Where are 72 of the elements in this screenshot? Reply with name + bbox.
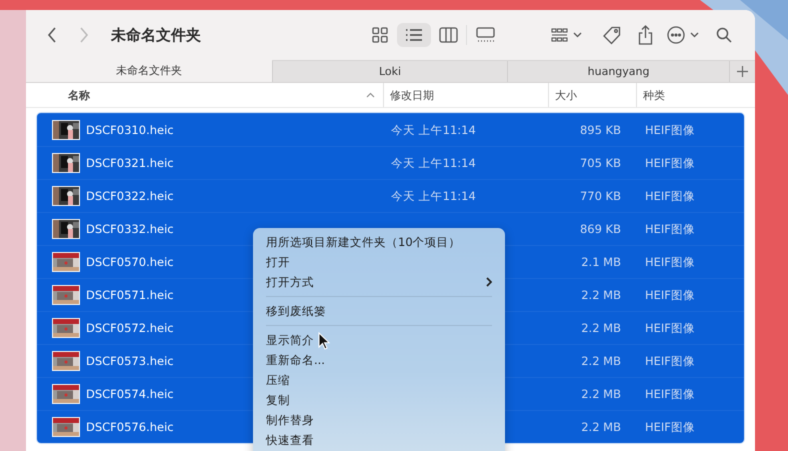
plus-icon: [737, 66, 748, 77]
menu-item[interactable]: 制作替身: [259, 410, 499, 430]
column-header[interactable]: 种类: [643, 88, 665, 102]
file-kind: HEIF图像: [644, 420, 696, 434]
file-size: 770 KB: [578, 189, 622, 203]
gallery-icon: [476, 27, 494, 43]
chevron-right-icon: [486, 277, 492, 287]
menu-item[interactable]: 显示简介: [259, 330, 499, 350]
column-header[interactable]: 名称: [68, 88, 90, 102]
file-size: 2.2 MB: [580, 321, 622, 335]
group-icon: [550, 28, 568, 42]
file-name: DSCF0310.heic: [86, 123, 174, 137]
chevron-down-icon: [572, 32, 582, 38]
menu-item[interactable]: 打开方式: [259, 272, 499, 292]
file-kind: HEIF图像: [644, 222, 696, 236]
file-name: DSCF0572.heic: [86, 321, 174, 335]
menu-item[interactable]: 用所选项目新建文件夹（10个项目）: [259, 232, 499, 252]
file-size: 869 KB: [578, 222, 622, 236]
window-title: 未命名文件夹: [111, 26, 201, 44]
file-name: DSCF0322.heic: [86, 189, 174, 203]
file-kind: HEIF图像: [644, 156, 696, 170]
tab[interactable]: Loki: [272, 61, 508, 82]
sort-caret-icon: [366, 92, 375, 98]
file-size: 705 KB: [578, 156, 622, 170]
tag-icon: [602, 26, 620, 44]
column-header[interactable]: 大小: [555, 88, 577, 102]
menu-item[interactable]: 打开: [259, 252, 499, 272]
file-row[interactable]: DSCF0321.heic 今天 上午11:14 705 KB HEIF图像: [37, 146, 744, 179]
pointer-icon: [318, 332, 330, 350]
file-kind: HEIF图像: [644, 386, 696, 402]
menu-item[interactable]: 重新命名...: [259, 350, 499, 370]
wallpaper-corner: [740, 0, 788, 40]
menu-item[interactable]: 移到废纸篓: [259, 301, 499, 321]
file-name: DSCF0574.heic: [86, 387, 174, 401]
view-mode-button[interactable]: [397, 23, 431, 47]
file-row[interactable]: DSCF0310.heic 今天 上午11:14 895 KB HEIF图像: [37, 113, 744, 146]
file-kind: HEIF图像: [644, 320, 696, 336]
file-name: DSCF0570.heic: [86, 255, 174, 269]
menu-item[interactable]: 快速查看: [259, 430, 499, 450]
file-kind: HEIF图像: [644, 122, 696, 138]
file-size: 2.2 MB: [580, 288, 622, 302]
file-kind: HEIF图像: [644, 288, 696, 302]
modified-date: 今天 上午11:14: [391, 188, 476, 202]
file-size: 2.2 MB: [580, 387, 622, 401]
menu-item[interactable]: 压缩: [259, 370, 499, 390]
chevron-down-icon: [690, 32, 699, 38]
file-kind: HEIF图像: [644, 354, 696, 368]
more-icon: [667, 26, 685, 44]
tab[interactable]: 未命名文件夹: [26, 60, 272, 82]
modified-date: 今天 上午11:14: [391, 156, 476, 170]
file-name: DSCF0571.heic: [86, 288, 174, 302]
file-row[interactable]: DSCF0322.heic 今天 上午11:14 770 KB HEIF图像: [37, 179, 744, 212]
file-name: DSCF0321.heic: [86, 156, 174, 170]
file-kind: HEIF图像: [644, 254, 696, 270]
file-kind: HEIF图像: [644, 188, 696, 204]
modified-date: 今天 上午11:14: [391, 122, 476, 136]
columns-icon: [438, 27, 458, 43]
file-size: 895 KB: [578, 123, 622, 137]
menu-item[interactable]: 复制: [259, 390, 499, 410]
grid-icon: [372, 27, 388, 43]
file-name: DSCF0576.heic: [86, 420, 174, 434]
list-icon: [405, 28, 423, 42]
file-size: 2.2 MB: [580, 354, 622, 368]
search-icon: [716, 27, 732, 43]
share-icon: [638, 25, 652, 45]
back-icon[interactable]: [46, 26, 58, 44]
file-size: 2.2 MB: [580, 420, 622, 434]
file-name: DSCF0573.heic: [86, 354, 174, 368]
column-header[interactable]: 修改日期: [390, 88, 434, 102]
tab[interactable]: huangyang: [507, 61, 730, 82]
file-size: 2.1 MB: [580, 255, 622, 269]
file-name: DSCF0332.heic: [86, 222, 174, 236]
